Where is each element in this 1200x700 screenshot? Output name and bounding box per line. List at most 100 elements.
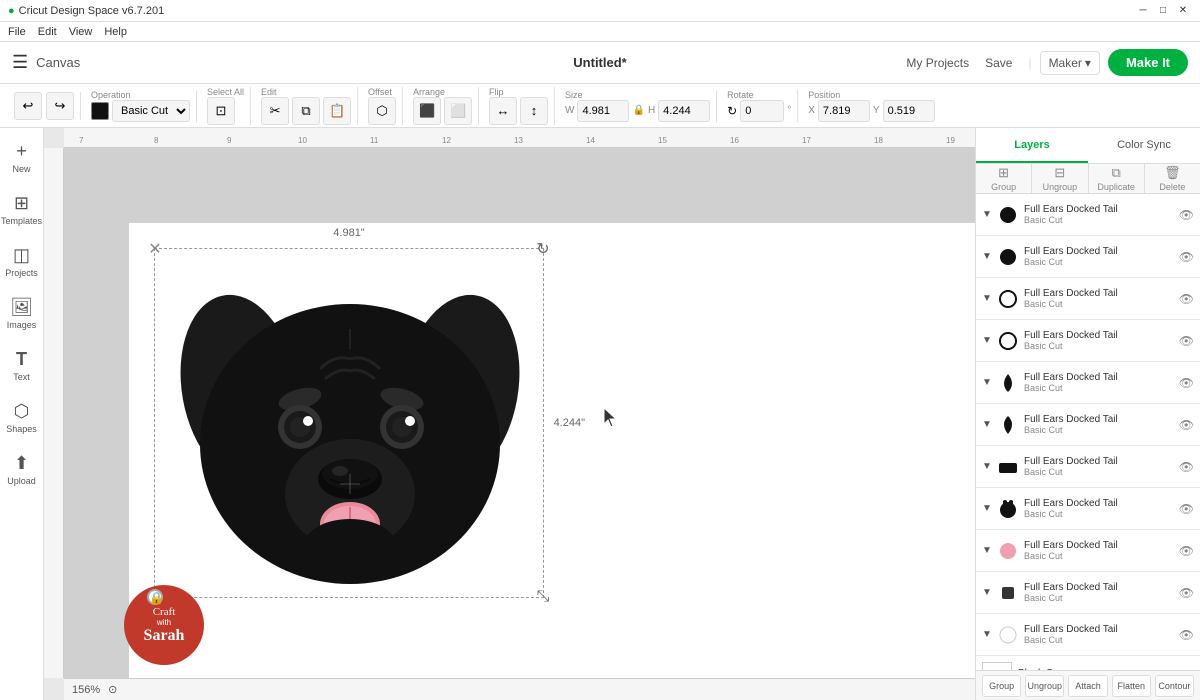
expand-icon[interactable]: ▼ [982,545,992,556]
visibility-icon[interactable]: 👁 [1179,250,1194,264]
right-panel: Layers Color Sync ⊞ Group ⊟ Ungroup ⧉ Du… [975,128,1200,700]
upload-icon: ⬆ [14,453,29,474]
lock-icon: 🔒 [149,591,164,605]
close-button[interactable]: ✕ [1174,2,1192,20]
x-input[interactable] [818,100,870,122]
expand-icon[interactable]: ▼ [982,209,992,220]
canvas-background[interactable]: 4.981" 4.244" ✕ ↻ 🔒 ⤡ [64,148,975,700]
layer-item[interactable]: ▼ Full Ears Docked Tail Basic Cut 👁 [976,572,1200,614]
expand-icon[interactable]: ▼ [982,251,992,262]
expand-icon[interactable]: ▼ [982,629,992,640]
redo-button[interactable]: ↪ [46,92,74,120]
visibility-icon[interactable]: 👁 [1179,334,1194,348]
visibility-icon[interactable]: 👁 [1179,208,1194,222]
sidebar-item-shapes[interactable]: ⬡ Shapes [3,392,41,442]
sidebar-item-upload[interactable]: ⬆ Upload [3,444,41,494]
menu-view[interactable]: View [69,26,93,38]
visibility-icon[interactable]: 👁 [1179,502,1194,516]
lock-handle[interactable]: 🔒 [147,589,163,605]
size-section: Size W 🔒 H [559,90,717,122]
ruler-h-18: 18 [874,136,883,145]
menu-help[interactable]: Help [104,26,127,38]
layer-item[interactable]: ▼ Full Ears Docked Tail Basic Cut 👁 [976,320,1200,362]
expand-icon[interactable]: ▼ [982,377,992,388]
visibility-icon[interactable]: 👁 [1179,628,1194,642]
visibility-icon[interactable]: 👁 [1179,460,1194,474]
images-icon: 🖼 [10,297,33,318]
visibility-icon[interactable]: 👁 [1179,544,1194,558]
nav-center: Untitled* [407,55,794,70]
menu-edit[interactable]: Edit [38,26,57,38]
make-it-button[interactable]: Make It [1108,49,1188,76]
delete-button[interactable]: 🗑 Delete [1145,164,1200,193]
flip-h-button[interactable]: ↔ [489,97,517,125]
my-projects-button[interactable]: My Projects [906,56,969,70]
menu-file[interactable]: File [8,26,26,38]
layer-thumbnail [996,245,1020,269]
canvas-area[interactable]: 7 8 9 10 11 12 13 14 15 16 17 18 19 20 [44,128,975,700]
sidebar-item-new[interactable]: + New [3,132,41,182]
width-input[interactable] [577,100,629,122]
layer-item[interactable]: ▼ Full Ears Docked Tail Basic Cut 👁 [976,194,1200,236]
layer-item[interactable]: ▼ Full Ears Docked Tail Basic Cut 👁 [976,404,1200,446]
layer-item[interactable]: ▼ Full Ears Docked Tail Basic Cut 👁 [976,278,1200,320]
save-button[interactable]: Save [977,52,1020,74]
scale-handle[interactable]: ⤡ [535,589,551,605]
select-all-button[interactable]: ⊡ [207,97,235,125]
rotate-input[interactable] [740,100,784,122]
maker-button[interactable]: Maker ▾ [1040,51,1100,75]
ungroup-button[interactable]: ⊟ Ungroup [1032,164,1088,193]
minimize-button[interactable]: ─ [1134,2,1152,20]
group-button[interactable]: ⊞ Group [976,164,1032,193]
height-input[interactable] [658,100,710,122]
expand-icon[interactable]: ▼ [982,503,992,514]
shapes-icon: ⬡ [14,401,30,422]
operation-select[interactable]: Basic Cut [112,100,190,122]
undo-button[interactable]: ↩ [14,92,42,120]
layer-item[interactable]: ▼ Full Ears Docked Tail Basic Cut 👁 [976,236,1200,278]
flip-v-button[interactable]: ↕ [520,97,548,125]
layer-item[interactable]: ▼ Full Ears Docked Tail Basic Cut 👁 [976,362,1200,404]
expand-icon[interactable]: ▼ [982,293,992,304]
fit-icon[interactable]: ⊙ [108,683,117,696]
design-selection[interactable]: 4.981" 4.244" ✕ ↻ 🔒 ⤡ [154,248,544,598]
nav-left: ☰ Canvas [12,52,399,73]
layer-item[interactable]: ▼ Full Ears Docked Tail Basic Cut 👁 [976,446,1200,488]
hamburger-menu[interactable]: ☰ [12,52,28,73]
sidebar-item-projects[interactable]: ◫ Projects [3,236,41,286]
layer-sub: Basic Cut [1024,215,1175,225]
layer-item[interactable]: ▼ Full Ears Docked Tail Basic Cut 👁 [976,614,1200,656]
arrange-back-button[interactable]: ⬜ [444,97,472,125]
sidebar-item-text[interactable]: T Text [3,340,41,390]
expand-icon[interactable]: ▼ [982,461,992,472]
offset-button[interactable]: ⬡ [368,97,396,125]
ruler-h-11: 11 [370,136,378,145]
tab-color-sync[interactable]: Color Sync [1088,128,1200,163]
arrange-front-button[interactable]: ⬛ [413,97,441,125]
bottom-panel: Group Ungroup Attach Flatten Contour [976,670,1200,700]
visibility-icon[interactable]: 👁 [1179,418,1194,432]
layer-item[interactable]: ▼ Full Ears Docked Tail Basic Cut 👁 [976,488,1200,530]
paste-button[interactable]: 📋 [323,97,351,125]
visibility-icon[interactable]: 👁 [1179,586,1194,600]
maximize-button[interactable]: □ [1154,2,1172,20]
cut-button[interactable]: ✂ [261,97,289,125]
rotate-handle[interactable]: ↻ [535,241,551,257]
visibility-icon[interactable]: 👁 [1179,292,1194,306]
copy-button[interactable]: ⧉ [292,97,320,125]
layer-item[interactable]: ▼ Full Ears Docked Tail Basic Cut 👁 [976,530,1200,572]
expand-icon[interactable]: ▼ [982,335,992,346]
close-handle[interactable]: ✕ [147,241,163,257]
expand-icon[interactable]: ▼ [982,419,992,430]
edit-label: Edit [261,87,277,97]
visibility-icon[interactable]: 👁 [1179,376,1194,390]
rotate-section: Rotate ↻ ° [721,90,798,122]
group-icon: ⊞ [998,165,1009,181]
y-input[interactable] [883,100,935,122]
sidebar-item-images[interactable]: 🖼 Images [3,288,41,338]
expand-icon[interactable]: ▼ [982,587,992,598]
sidebar-item-templates[interactable]: ⊞ Templates [3,184,41,234]
top-nav: ☰ Canvas Untitled* My Projects Save | Ma… [0,42,1200,84]
tab-layers[interactable]: Layers [976,128,1088,163]
duplicate-button[interactable]: ⧉ Duplicate [1089,164,1145,193]
